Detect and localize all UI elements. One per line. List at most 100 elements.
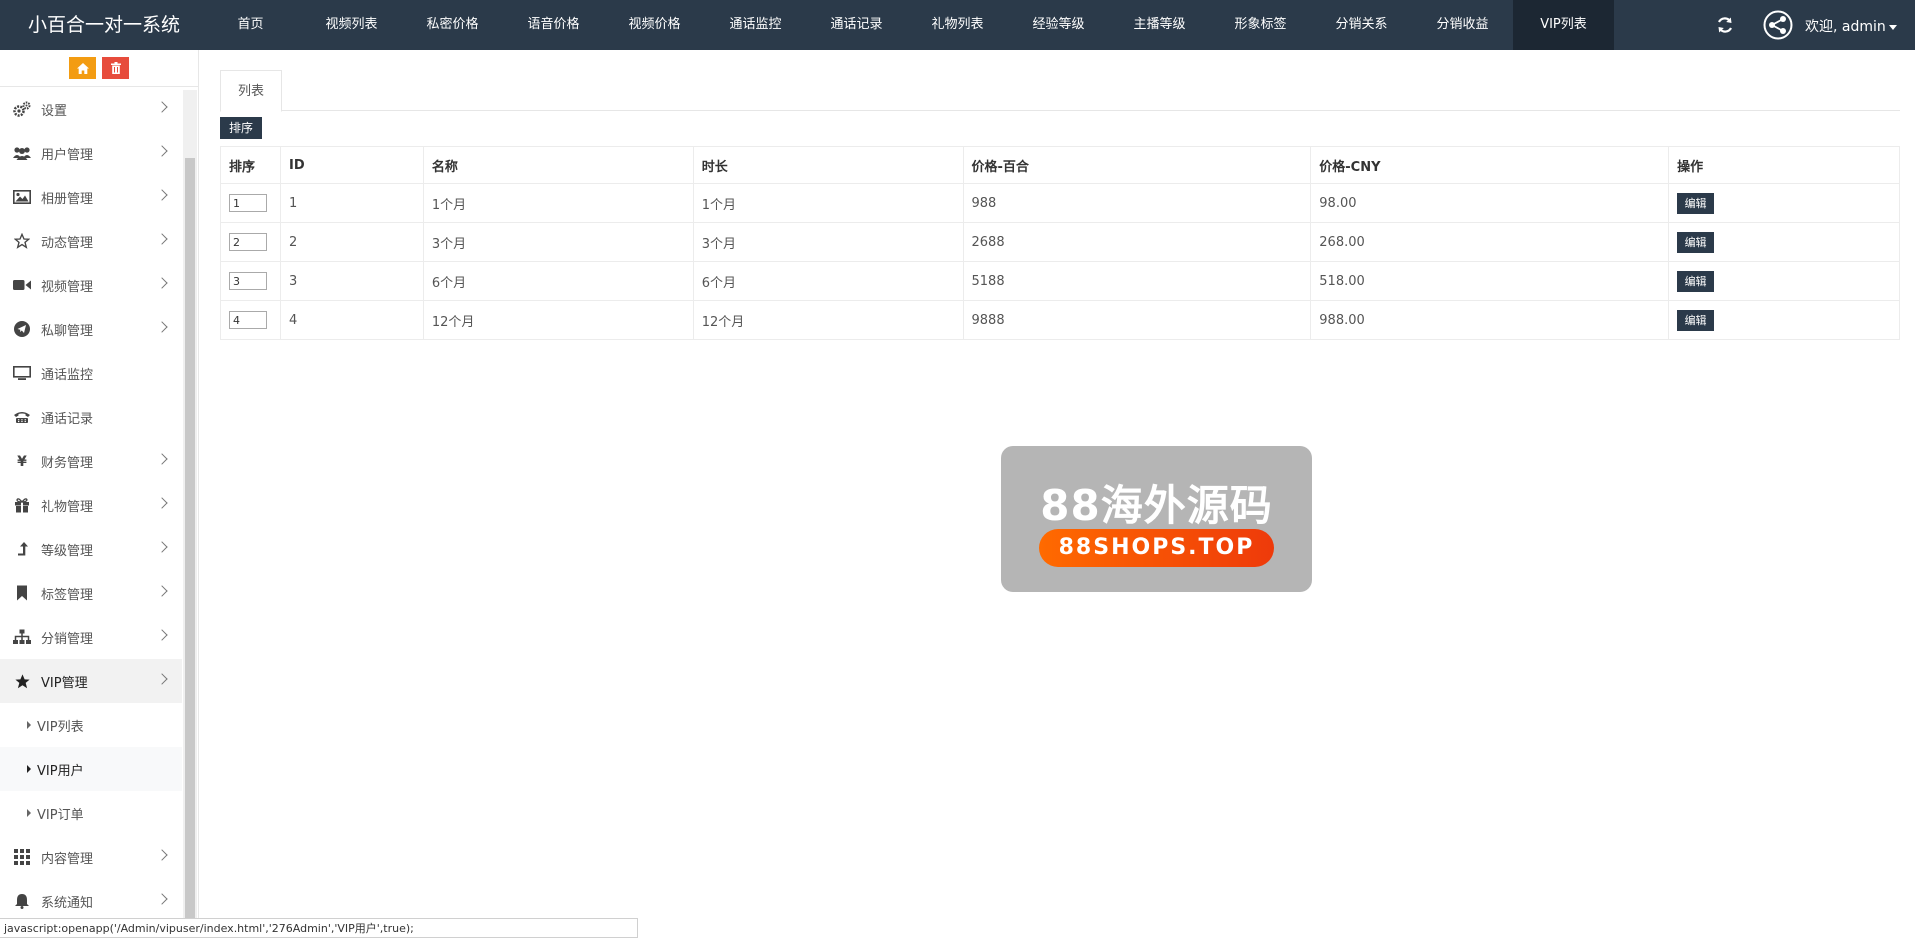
table-row: 11个月1个月98898.00编辑 bbox=[220, 183, 1900, 223]
sidebar-item[interactable]: 分销管理 bbox=[0, 615, 182, 659]
chevron-right-icon bbox=[156, 145, 168, 157]
sidebar-item[interactable]: 标签管理 bbox=[0, 571, 182, 615]
sidebar-subitem-label: VIP列表 bbox=[37, 719, 84, 735]
sidebar-scrollbar-thumb[interactable] bbox=[185, 158, 195, 938]
topnav-item[interactable]: 通话记录 bbox=[806, 0, 907, 50]
topnav-item[interactable]: 主播等级 bbox=[1109, 0, 1210, 50]
star-icon bbox=[11, 673, 33, 690]
topnav-item[interactable]: 分销收益 bbox=[1412, 0, 1513, 50]
cell-name: 1个月 bbox=[422, 183, 694, 223]
chevron-right-icon bbox=[156, 233, 168, 245]
order-input[interactable] bbox=[229, 272, 267, 290]
clear-cache-button[interactable] bbox=[102, 57, 129, 79]
user-menu[interactable]: 欢迎, admin bbox=[1805, 0, 1897, 50]
sidebar-item[interactable]: 内容管理 bbox=[0, 835, 182, 879]
sidebar-item[interactable]: VIP管理 bbox=[0, 659, 182, 703]
sidebar-item-label: 内容管理 bbox=[41, 851, 94, 867]
sidebar-item[interactable]: 通话监控 bbox=[0, 351, 182, 395]
yen-icon: ¥ bbox=[11, 453, 33, 469]
cell-duration: 12个月 bbox=[692, 300, 964, 340]
avatar[interactable] bbox=[1763, 10, 1793, 40]
tab-list[interactable]: 列表 bbox=[220, 70, 282, 112]
top-nav: 首页 视频列表 私密价格 语音价格 视频价格 通话监控 通话记录 礼物列表 经验等级 主播等级 形象… bbox=[200, 0, 1614, 50]
sidebar-item[interactable]: ¥ 财务管理 bbox=[0, 439, 182, 483]
topnav-item[interactable]: 视频列表 bbox=[301, 0, 402, 50]
cell-id: 2 bbox=[279, 222, 424, 262]
chevron-right-icon bbox=[156, 541, 168, 553]
order-input[interactable] bbox=[229, 311, 267, 329]
sidebar-item-label: 私聊管理 bbox=[41, 323, 94, 339]
cell-price-cny: 518.00 bbox=[1310, 261, 1670, 301]
cell-name: 12个月 bbox=[422, 300, 694, 340]
sidebar-item[interactable]: 礼物管理 bbox=[0, 483, 182, 527]
sidebar-item[interactable]: 私聊管理 bbox=[0, 307, 182, 351]
edit-button[interactable]: 编辑 bbox=[1677, 270, 1715, 292]
cell-actions: 编辑 bbox=[1668, 222, 1900, 262]
star-outline-icon bbox=[11, 233, 33, 249]
col-header-order: 排序 bbox=[220, 146, 281, 184]
watermark-title: 88海外源码 bbox=[1040, 481, 1273, 530]
sidebar-shortcuts bbox=[0, 50, 198, 87]
app-title[interactable]: 小百合一对一系统 bbox=[28, 0, 180, 50]
sidebar-item[interactable]: 系统通知 bbox=[0, 879, 182, 923]
vip-table: 排序 ID 名称 时长 价格-百合 价格-CNY 操作 11个月1个月98898… bbox=[220, 146, 1900, 340]
edit-button[interactable]: 编辑 bbox=[1677, 231, 1715, 253]
topnav-item[interactable]: 形象标签 bbox=[1210, 0, 1311, 50]
home-button[interactable] bbox=[69, 57, 96, 79]
topnav-item[interactable]: VIP列表 bbox=[1513, 0, 1614, 50]
status-bar: javascript:openapp('/Admin/vipuser/index… bbox=[0, 918, 638, 938]
cell-duration: 1个月 bbox=[692, 183, 964, 223]
chevron-right-icon bbox=[156, 849, 168, 861]
cell-name: 3个月 bbox=[422, 222, 694, 262]
sidebar-item-label: 礼物管理 bbox=[41, 499, 94, 515]
paper-plane-icon bbox=[11, 321, 33, 337]
sidebar-subitem[interactable]: VIP列表 bbox=[0, 703, 182, 747]
cell-price-lily: 988 bbox=[962, 183, 1312, 223]
sidebar-item-label: 等级管理 bbox=[41, 543, 94, 559]
sidebar-item-label: VIP管理 bbox=[41, 675, 88, 691]
sidebar-subitem-label: VIP用户 bbox=[37, 763, 84, 779]
home-icon bbox=[76, 62, 89, 74]
table-row: 23个月3个月2688268.00编辑 bbox=[220, 222, 1900, 262]
gift-icon bbox=[11, 497, 33, 513]
sidebar-item[interactable]: 通话记录 bbox=[0, 395, 182, 439]
topnav-item[interactable]: 分销关系 bbox=[1311, 0, 1412, 50]
sidebar-item-label: 通话记录 bbox=[41, 411, 94, 427]
topnav-item[interactable]: 语音价格 bbox=[503, 0, 604, 50]
order-input[interactable] bbox=[229, 233, 267, 251]
image-icon bbox=[11, 190, 33, 204]
topnav-item[interactable]: 视频价格 bbox=[604, 0, 705, 50]
tab-bar: 列表 bbox=[220, 70, 1900, 112]
sidebar-item-label: 用户管理 bbox=[41, 147, 94, 163]
topnav-item[interactable]: 首页 bbox=[200, 0, 301, 50]
topnav-item[interactable]: 通话监控 bbox=[705, 0, 806, 50]
sidebar-item[interactable]: 等级管理 bbox=[0, 527, 182, 571]
edit-button[interactable]: 编辑 bbox=[1677, 309, 1715, 331]
sidebar-subitem[interactable]: VIP订单 bbox=[0, 791, 182, 835]
sidebar-item[interactable]: 视频管理 bbox=[0, 263, 182, 307]
cell-actions: 编辑 bbox=[1668, 261, 1900, 301]
sidebar-item-label: 相册管理 bbox=[41, 191, 94, 207]
sort-button[interactable]: 排序 bbox=[220, 117, 262, 139]
cell-duration: 6个月 bbox=[692, 261, 964, 301]
edit-button[interactable]: 编辑 bbox=[1677, 192, 1715, 214]
monitor-icon bbox=[11, 366, 33, 380]
sitemap-icon bbox=[11, 629, 33, 645]
sidebar-item[interactable]: 相册管理 bbox=[0, 175, 182, 219]
sidebar-scrollbar[interactable] bbox=[183, 90, 197, 938]
col-header-price-lily: 价格-百合 bbox=[962, 146, 1312, 184]
order-input[interactable] bbox=[229, 194, 267, 212]
topnav-item[interactable]: 经验等级 bbox=[1008, 0, 1109, 50]
sidebar-subitem[interactable]: VIP用户 bbox=[0, 747, 182, 791]
sidebar-item[interactable]: 动态管理 bbox=[0, 219, 182, 263]
sidebar-item[interactable]: 设置 bbox=[0, 87, 182, 131]
sidebar-item[interactable]: 用户管理 bbox=[0, 131, 182, 175]
cell-order bbox=[220, 261, 281, 301]
topnav-item[interactable]: 私密价格 bbox=[402, 0, 503, 50]
level-up-icon bbox=[11, 541, 33, 557]
cell-price-lily: 5188 bbox=[962, 261, 1312, 301]
top-navbar: 小百合一对一系统 首页 视频列表 私密价格 语音价格 视频价格 通话监控 通话记录 礼物列表经… bbox=[0, 0, 1915, 50]
trash-icon bbox=[110, 62, 121, 74]
refresh-icon[interactable] bbox=[1715, 15, 1735, 35]
topnav-item[interactable]: 礼物列表 bbox=[907, 0, 1008, 50]
